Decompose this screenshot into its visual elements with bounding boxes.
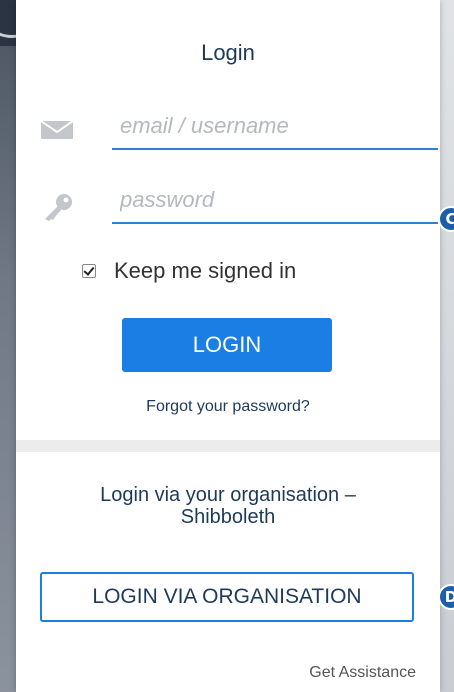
organisation-heading-line2: Shibboleth	[180, 506, 276, 528]
organisation-heading: Login via your organisation – Shibboleth	[16, 484, 440, 528]
forgot-password-link[interactable]: Forgot your password?	[16, 398, 440, 416]
organisation-heading-line1: Login via your organisation –	[100, 484, 356, 506]
email-row	[40, 104, 438, 154]
section-divider	[16, 440, 440, 452]
login-button[interactable]: LOGIN	[122, 318, 332, 372]
get-assistance-link[interactable]: Get Assistance	[309, 664, 416, 682]
page-title: Login	[201, 40, 255, 65]
key-icon	[40, 192, 74, 221]
keep-signed-in-label: Keep me signed in	[114, 258, 297, 283]
keep-signed-in-row: Keep me signed in	[82, 256, 296, 286]
password-row	[40, 178, 438, 228]
envelope-icon	[40, 118, 74, 142]
email-field[interactable]	[112, 104, 438, 150]
keep-signed-in-checkbox[interactable]	[82, 264, 96, 278]
password-field[interactable]	[112, 178, 438, 224]
login-via-organisation-button[interactable]: LOGIN VIA ORGANISATION	[40, 572, 414, 622]
login-card: Login Keep me signed in LOGIN Forgot you…	[16, 0, 440, 692]
